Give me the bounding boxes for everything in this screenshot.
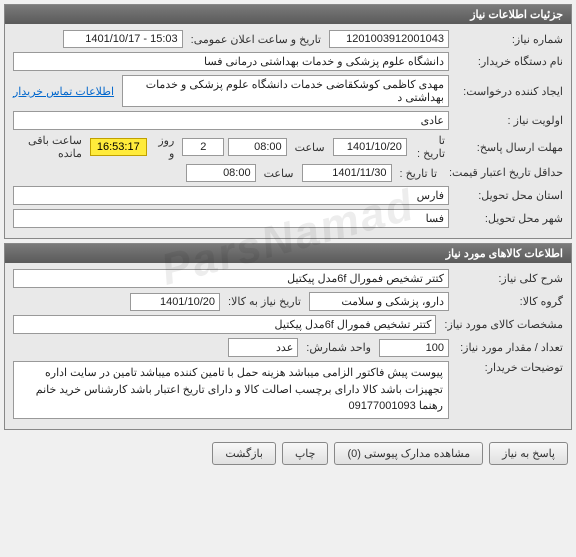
to-date-label: تا تاریخ : bbox=[411, 134, 449, 160]
to-date-label-2: تا تاریخ : bbox=[396, 167, 441, 180]
province-field: فارس bbox=[13, 186, 449, 205]
group-field: دارو، پزشکی و سلامت bbox=[309, 292, 449, 311]
validity-time-field: 08:00 bbox=[186, 164, 256, 182]
province-label: استان محل تحویل: bbox=[453, 189, 563, 202]
need-details-header: جزئیات اطلاعات نیاز bbox=[5, 5, 571, 24]
action-bar: پاسخ به نیاز مشاهده مدارک پیوستی (0) چاپ… bbox=[0, 434, 576, 473]
need-date-field: 1401/10/20 bbox=[130, 293, 220, 311]
reply-button[interactable]: پاسخ به نیاز bbox=[489, 442, 568, 465]
remaining-text: ساعت باقی مانده bbox=[13, 134, 86, 160]
qty-field: 100 bbox=[379, 339, 449, 357]
spec-label: مشخصات کالای مورد نیاز: bbox=[440, 318, 563, 331]
buyer-org-label: نام دستگاه خریدار: bbox=[453, 55, 563, 68]
deadline-label: مهلت ارسال پاسخ: bbox=[453, 141, 563, 154]
need-number-label: شماره نیاز: bbox=[453, 33, 563, 46]
contact-link[interactable]: اطلاعات تماس خریدار bbox=[13, 85, 118, 98]
need-number-field: 1201003912001043 bbox=[329, 30, 449, 48]
priority-label: اولویت نیاز : bbox=[453, 114, 563, 127]
announce-label: تاریخ و ساعت اعلان عمومی: bbox=[187, 33, 325, 46]
time-label-2: ساعت bbox=[260, 167, 298, 180]
notes-label: توضیحات خریدار: bbox=[453, 361, 563, 374]
buyer-org-field: دانشگاه علوم پزشکی و خدمات بهداشتی درمان… bbox=[13, 52, 449, 71]
need-date-label: تاریخ نیاز به کالا: bbox=[224, 295, 305, 308]
goods-info-header: اطلاعات کالاهای مورد نیاز bbox=[5, 244, 571, 263]
notes-field: پیوست پیش فاکتور الزامی میباشد هزینه حمل… bbox=[13, 361, 449, 419]
days-text: روز و bbox=[151, 134, 179, 160]
back-button[interactable]: بازگشت bbox=[212, 442, 276, 465]
time-label-1: ساعت bbox=[291, 141, 329, 154]
creator-field: مهدی کاظمی کوشکقاضی خدمات دانشگاه علوم پ… bbox=[122, 75, 449, 107]
print-button[interactable]: چاپ bbox=[282, 442, 329, 465]
group-label: گروه کالا: bbox=[453, 295, 563, 308]
city-label: شهر محل تحویل: bbox=[453, 212, 563, 225]
validity-date-field: 1401/11/30 bbox=[302, 164, 392, 182]
qty-label: تعداد / مقدار مورد نیاز: bbox=[453, 341, 563, 354]
deadline-time-field: 08:00 bbox=[228, 138, 286, 156]
announce-field: 15:03 - 1401/10/17 bbox=[63, 30, 183, 48]
validity-label: حداقل تاریخ اعتبار قیمت: bbox=[445, 166, 563, 180]
attachments-button[interactable]: مشاهده مدارک پیوستی (0) bbox=[334, 442, 483, 465]
general-desc-label: شرح کلی نیاز: bbox=[453, 272, 563, 285]
unit-label: واحد شمارش: bbox=[302, 341, 375, 354]
days-remaining-field: 2 bbox=[182, 138, 224, 156]
need-details-panel: جزئیات اطلاعات نیاز شماره نیاز: 12010039… bbox=[4, 4, 572, 239]
unit-field: عدد bbox=[228, 338, 298, 357]
goods-info-panel: اطلاعات کالاهای مورد نیاز شرح کلی نیاز: … bbox=[4, 243, 572, 430]
time-remaining-field: 16:53:17 bbox=[90, 138, 147, 156]
priority-field: عادی bbox=[13, 111, 449, 130]
city-field: فسا bbox=[13, 209, 449, 228]
deadline-date-field: 1401/10/20 bbox=[333, 138, 407, 156]
general-desc-field: کتتر تشخیص فمورال 6fمدل پیکتیل bbox=[13, 269, 449, 288]
creator-label: ایجاد کننده درخواست: bbox=[453, 85, 563, 98]
spec-field: کتتر تشخیص فمورال 6fمدل پیکتیل bbox=[13, 315, 436, 334]
